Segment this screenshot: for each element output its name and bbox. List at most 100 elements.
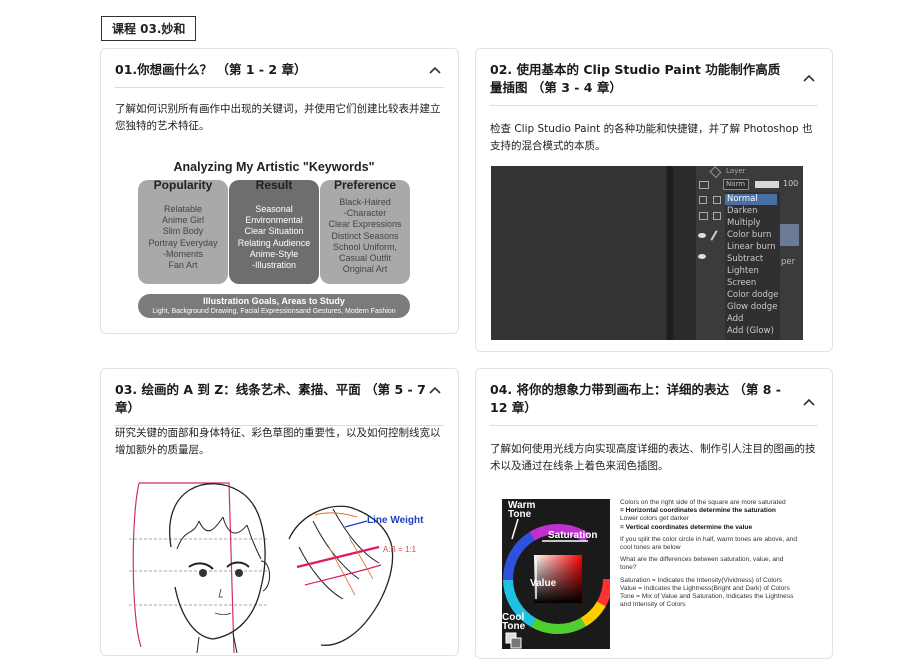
list-item: Distinct Seasons [331, 230, 399, 241]
color-explanation-text: Colors on the right side of the square a… [620, 499, 800, 613]
text-block: Colors on the right side of the square a… [620, 499, 800, 532]
color-theory-image: Warm Tone Saturation Value Cool Tone Col… [502, 499, 802, 657]
tool-icon[interactable] [713, 212, 721, 220]
warm-tone-label: Warm Tone [508, 501, 535, 520]
menu-item[interactable]: Glow dodge [727, 302, 777, 312]
menu-item[interactable]: Screen [727, 278, 756, 288]
column-popularity: Popularity Relatable Anime Girl Slim Bod… [138, 178, 228, 284]
layer-thumbnail [777, 224, 799, 246]
column-items: Relatable Anime Girl Slim Body Portray E… [138, 204, 228, 271]
card-description: 了解如何使用光线方向实现高度详细的表达、制作引人注目的图画的技术以及通过在线条上… [490, 443, 816, 472]
list-item: Relatable [163, 204, 203, 214]
column-heading: Result [255, 178, 293, 192]
menu-item[interactable]: Color burn [727, 230, 771, 240]
text-block: If you split the color circle in half, w… [620, 535, 798, 552]
column-heading: Preference [333, 178, 397, 192]
menu-item[interactable]: Subtract [727, 254, 763, 264]
mode-dropdown[interactable]: Norm [723, 179, 749, 190]
list-item: Anime Girl [161, 215, 204, 226]
text-bold: = Vertical coordinates determine the val… [620, 523, 753, 531]
opacity-value: 100 [783, 179, 799, 188]
text-line: Saturation = Indicates the Intensity(Viv… [620, 576, 783, 584]
keywords-infographic: Analyzing My Artistic "Keywords" Popular… [138, 160, 410, 322]
course-card-2: 02. 使用基本的 Clip Studio Paint 功能制作高质量插图 （第… [475, 48, 833, 352]
saturation-label: Saturation [548, 530, 598, 541]
list-item: Portray Everyday [148, 237, 218, 248]
list-item: Anime-Style [249, 248, 299, 259]
list-item: -Character [343, 208, 387, 219]
course-card-1: 01.你想画什么？ （第 1 - 2 章） 了解如何识别所有画作中出现的关键词，… [100, 48, 459, 334]
card-description: 检查 Clip Studio Paint 的各种功能和快捷键，并了解 Photo… [490, 123, 813, 152]
course-card-4: 04. 将你的想象力带到画布上：详细的表达 （第 8 - 12 章） 了解如何使… [475, 368, 833, 659]
list-item: Original Art [342, 264, 388, 275]
goals-bar: Illustration Goals, Areas to Study Light… [138, 294, 410, 318]
list-item: Fan Art [168, 260, 198, 271]
menu-item[interactable]: Normal [727, 194, 758, 204]
text-block: Saturation = Indicates the Intensity(Viv… [620, 577, 800, 610]
ratio-note: A:B = 1:1 [383, 545, 417, 554]
list-item: Clear Expressions [328, 219, 402, 230]
blend-mode-menu: Normal Darken Multiply Color burn Linear… [725, 192, 780, 340]
list-item: Clear Situation [244, 226, 304, 237]
line-art-illustration: Line Weight A:B = 1:1 [129, 477, 429, 654]
column-heading: Popularity [153, 178, 213, 192]
card-title: 03. 绘画的 A 到 Z：线条艺术、素描、平面 （第 5 - 7 章） [115, 382, 426, 415]
list-item: School Uniform, [332, 241, 398, 252]
sketch-drawing [129, 482, 394, 654]
list-item: -Illustration [251, 260, 296, 271]
text-bold: = Horizontal coordinates determine the s… [620, 507, 776, 515]
menu-item[interactable]: Darken [727, 206, 758, 216]
menu-item[interactable]: Color dodge [727, 290, 779, 300]
layer-panel-label: Layer [726, 167, 746, 175]
mode-dropdown-value: Norm [726, 180, 746, 188]
menu-item[interactable]: Lighten [727, 266, 759, 276]
infographic-title: Analyzing My Artistic "Keywords" [173, 160, 375, 174]
tool-icon[interactable] [699, 196, 707, 204]
text-line: Value = Indicates the Lightness(Bright a… [620, 584, 790, 592]
goals-text: Light, Background Drawing, Facial Expres… [152, 308, 396, 315]
tool-icon[interactable] [699, 181, 709, 189]
text-line: Lower colors get darker [620, 515, 689, 523]
menu-item[interactable]: Add [727, 314, 743, 324]
menu-item[interactable]: Multiply [727, 218, 761, 228]
chevron-up-icon[interactable] [800, 393, 818, 411]
menu-item[interactable]: Add (Glow) [727, 326, 774, 336]
card-description: 了解如何识别所有画作中出现的关键词，并使用它们创建比较表并建立您独特的艺术特征。 [115, 103, 441, 132]
goals-title: Illustration Goals, Areas to Study [203, 296, 345, 306]
card-header[interactable]: 02. 使用基本的 Clip Studio Paint 功能制作高质量插图 （第… [490, 61, 818, 106]
text-line: Tone = Mix of Value and Saturation, Indi… [620, 593, 794, 609]
course-tag: 课程 03.妙和 [101, 16, 197, 41]
text-line: Colors on the right side of the square a… [620, 499, 786, 506]
card-header[interactable]: 03. 绘画的 A 到 Z：线条艺术、素描、平面 （第 5 - 7 章） [115, 381, 444, 426]
color-wheel [502, 499, 610, 649]
tool-icon[interactable] [713, 196, 721, 204]
label-line: Tone [502, 621, 526, 632]
list-item: Casual Outfit [338, 253, 392, 264]
column-result: Result Seasonal Environmental Clear Situ… [229, 178, 319, 284]
card-header[interactable]: 01.你想画什么？ （第 1 - 2 章） [115, 61, 444, 88]
canvas-area [491, 166, 666, 340]
list-item: Black-Haired [339, 197, 391, 207]
list-item: -Moments [162, 248, 203, 259]
chevron-up-icon[interactable] [800, 69, 818, 87]
card-title: 02. 使用基本的 Clip Studio Paint 功能制作高质量插图 （第… [490, 62, 781, 95]
side-label: per [781, 257, 796, 267]
layer-blend-screenshot: Layer Norm 100 per Normal Darken Multipl… [491, 166, 803, 340]
list-item: Slim Body [162, 226, 204, 237]
list-item: Relating Audience [237, 237, 311, 248]
tool-icon[interactable] [699, 212, 708, 220]
label-line: Tone [508, 509, 532, 520]
eye-icon[interactable] [698, 233, 706, 238]
card-title: 04. 将你的想象力带到画布上：详细的表达 （第 8 - 12 章） [490, 382, 781, 415]
text-block: What are the differences between saturat… [620, 556, 784, 572]
card-header[interactable]: 04. 将你的想象力带到画布上：详细的表达 （第 8 - 12 章） [490, 381, 818, 426]
value-label: Value [530, 578, 557, 589]
column-items: Black-Haired -Character Clear Expression… [320, 197, 410, 275]
chevron-up-icon[interactable] [426, 61, 444, 79]
opacity-slider[interactable] [755, 181, 779, 188]
eye-icon[interactable] [698, 254, 706, 259]
list-item: Environmental [245, 215, 303, 226]
menu-item[interactable]: Linear burn [727, 242, 776, 252]
chevron-up-icon[interactable] [426, 381, 444, 399]
column-items: Seasonal Environmental Clear Situation R… [229, 204, 319, 271]
